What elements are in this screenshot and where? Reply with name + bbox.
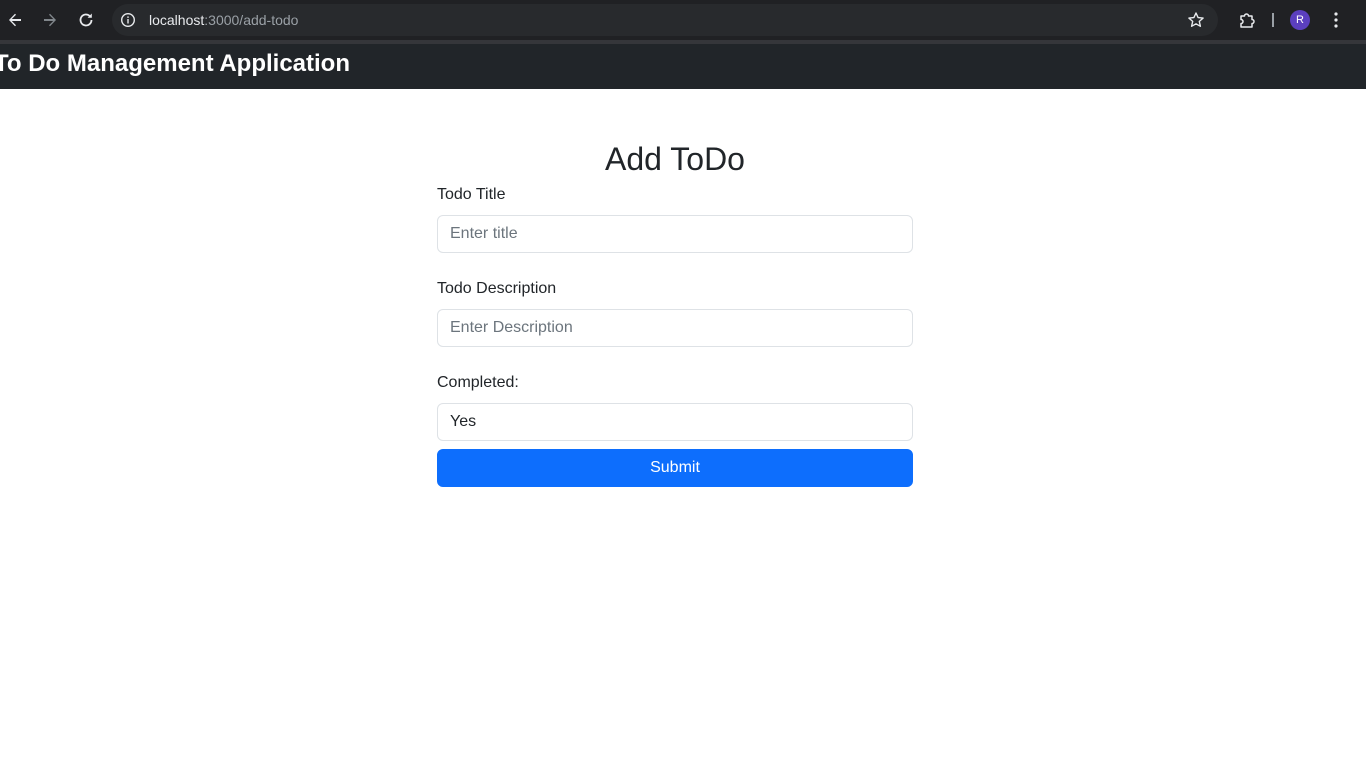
submit-button[interactable]: Submit <box>437 449 913 487</box>
address-bar[interactable]: localhost:3000/add-todo <box>112 4 1218 36</box>
description-label: Todo Description <box>437 280 557 297</box>
bookmark-star-icon[interactable] <box>1186 10 1206 30</box>
app-navbar: To Do Management Application <box>0 44 1366 89</box>
url-text[interactable]: localhost:3000/add-todo <box>149 12 298 28</box>
description-input[interactable] <box>437 309 913 347</box>
back-arrow-icon[interactable] <box>3 8 27 32</box>
profile-avatar[interactable]: R <box>1290 10 1310 30</box>
browser-toolbar: localhost:3000/add-todo R <box>0 0 1366 40</box>
profile-initial: R <box>1296 14 1304 26</box>
toolbar-divider <box>1272 13 1274 27</box>
url-host: localhost <box>149 12 205 28</box>
title-group: Todo Title <box>437 183 913 253</box>
add-todo-form: Add ToDo Todo Title Todo Description Com… <box>437 135 913 487</box>
completed-label: Completed: <box>437 374 519 391</box>
url-path: :3000/add-todo <box>204 12 299 28</box>
navbar-brand[interactable]: To Do Management Application <box>0 48 350 80</box>
completed-selected-value: Yes <box>450 413 477 430</box>
description-group: Todo Description <box>437 277 913 347</box>
forward-arrow-icon[interactable] <box>38 8 62 32</box>
completed-select[interactable]: Yes <box>437 403 913 441</box>
title-input[interactable] <box>437 215 913 253</box>
title-label: Todo Title <box>437 186 506 203</box>
extensions-icon[interactable] <box>1236 9 1258 31</box>
reload-icon[interactable] <box>74 8 98 32</box>
more-menu-icon[interactable] <box>1326 10 1346 30</box>
site-info-icon[interactable] <box>120 12 136 28</box>
completed-group: Completed: Yes <box>437 371 913 441</box>
page-title: Add ToDo <box>605 141 745 177</box>
